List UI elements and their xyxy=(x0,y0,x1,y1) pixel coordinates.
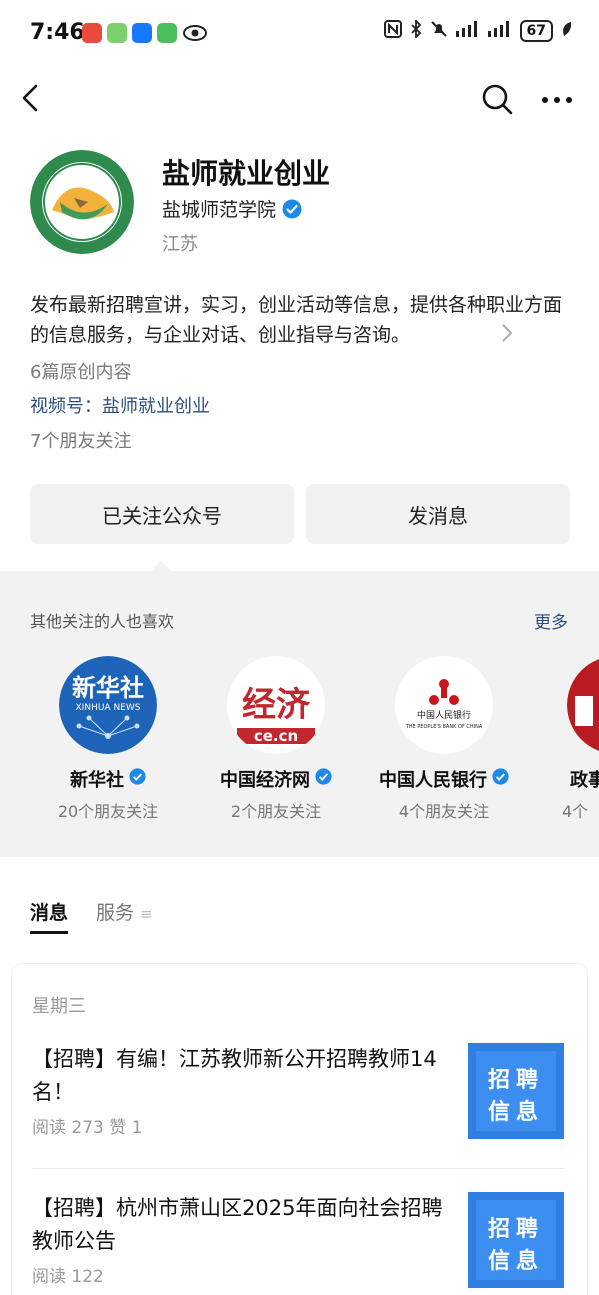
followed-button[interactable]: 已关注公众号 xyxy=(30,484,294,544)
verified-icon xyxy=(315,768,332,790)
status-bar: 7:46 67 xyxy=(0,0,599,66)
content-tabs: 消息 服务 ≡ xyxy=(30,898,153,934)
recommend-card-partial[interactable]: 政事 4个 xyxy=(527,656,599,822)
status-app-icons xyxy=(82,23,208,43)
recommend-friends: 2个朋友关注 xyxy=(230,802,322,821)
more-icon[interactable] xyxy=(540,90,574,110)
recommend-card-pbc[interactable]: 中国人民银行 THE PEOPLE'S BANK OF CHINA 中国人民银行… xyxy=(359,656,529,822)
bluetooth-icon xyxy=(410,18,422,42)
ce-logo-text: 经济 xyxy=(242,685,311,725)
pbc-logo-text: 中国人民银行 xyxy=(417,709,471,721)
chevron-right-icon[interactable] xyxy=(500,322,514,344)
app-notification-icon xyxy=(157,23,177,43)
thumb-line2: 信息 xyxy=(488,1099,544,1125)
article-thumbnail: 招聘 信息 xyxy=(468,1043,564,1139)
article-item[interactable]: 【招聘】杭州市萧山区2025年面向社会招聘教师公告 阅读 122 招聘 信息 xyxy=(32,1192,567,1288)
ce-logo-sub: ce.cn xyxy=(254,727,298,745)
ce-logo: 经济 ce.cn xyxy=(227,656,325,754)
thumb-line2: 信息 xyxy=(488,1248,544,1274)
pbc-logo: 中国人民银行 THE PEOPLE'S BANK OF CHINA xyxy=(395,656,493,754)
pbc-logo-sub: THE PEOPLE'S BANK OF CHINA xyxy=(405,724,483,730)
thumb-line1: 招聘 xyxy=(488,1068,544,1093)
back-icon[interactable] xyxy=(16,82,46,114)
xinhua-logo-sub: XINHUA NEWS xyxy=(76,703,141,713)
recommend-friends: 4个朋友关注 xyxy=(398,802,490,821)
recommend-friends: 4个 xyxy=(562,802,589,821)
account-name: 盐师就业创业 xyxy=(162,157,331,190)
article-item[interactable]: 【招聘】有编！江苏教师新公开招聘教师14名！ 阅读 273 赞 1 招聘 信息 xyxy=(32,1043,567,1139)
app-notification-icon xyxy=(82,23,102,43)
thumb-line1: 招聘 xyxy=(488,1217,544,1242)
verified-icon xyxy=(282,199,302,219)
article-title: 【招聘】杭州市萧山区2025年面向社会招聘教师公告 xyxy=(32,1196,443,1253)
recommend-friends: 20个朋友关注 xyxy=(57,802,159,821)
tab-services[interactable]: 服务 ≡ xyxy=(96,898,153,934)
recommend-name: 中国经济网 xyxy=(220,770,310,791)
account-description[interactable]: 发布最新招聘宣讲，实习，创业活动等信息，提供各种职业方面的信息服务，与企业对话、… xyxy=(30,290,575,350)
account-logo[interactable] xyxy=(30,150,134,254)
org-name: 盐城师范学院 xyxy=(162,199,277,221)
channel-label: 视频号： xyxy=(30,396,102,417)
channel-name: 盐师就业创业 xyxy=(102,396,210,417)
nfc-icon xyxy=(383,20,402,42)
xinhua-logo: 新华社 XINHUA NEWS xyxy=(59,656,157,754)
search-icon[interactable] xyxy=(480,82,514,116)
mute-icon xyxy=(430,20,448,42)
send-message-button[interactable]: 发消息 xyxy=(306,484,570,544)
partial-logo xyxy=(567,656,599,754)
article-divider xyxy=(32,1168,564,1169)
menu-lines-icon: ≡ xyxy=(140,905,153,923)
app-notification-icon xyxy=(107,23,127,43)
article-title: 【招聘】有编！江苏教师新公开招聘教师14名！ xyxy=(32,1047,437,1104)
recommend-name: 新华社 xyxy=(70,770,124,791)
status-time: 7:46 xyxy=(30,20,85,45)
recommend-more-link[interactable]: 更多 xyxy=(534,608,568,633)
friends-follow[interactable]: 7个朋友关注 xyxy=(30,427,131,453)
signal-icon xyxy=(455,21,480,41)
article-thumbnail: 招聘 信息 xyxy=(468,1192,564,1288)
tab-services-label: 服务 xyxy=(96,902,135,924)
xinhua-logo-text: 新华社 xyxy=(72,674,144,702)
recommend-name: 中国人民银行 xyxy=(379,770,487,791)
channel-link[interactable]: 视频号：盐师就业创业 xyxy=(30,392,210,418)
original-count[interactable]: 6篇原创内容 xyxy=(30,358,131,384)
recommend-title: 其他关注的人也喜欢 xyxy=(30,612,175,631)
alipay-icon xyxy=(132,23,152,43)
tab-messages[interactable]: 消息 xyxy=(30,898,69,934)
account-org[interactable]: 盐城师范学院 xyxy=(162,195,302,222)
recommend-name: 政事 xyxy=(570,770,599,791)
verified-icon xyxy=(492,768,509,790)
leaf-icon xyxy=(561,21,573,41)
eye-icon xyxy=(182,23,208,43)
message-date: 星期三 xyxy=(32,996,86,1017)
status-indicators: 67 xyxy=(383,18,573,42)
recommend-card-xinhua[interactable]: 新华社 XINHUA NEWS 新华社 20个朋友关注 xyxy=(23,656,193,822)
nav-bar xyxy=(0,66,599,130)
signal-icon xyxy=(487,21,512,41)
battery-indicator: 67 xyxy=(519,20,553,42)
verified-icon xyxy=(129,768,146,790)
recommend-card-ce[interactable]: 经济 ce.cn 中国经济网 2个朋友关注 xyxy=(191,656,361,822)
account-region: 江苏 xyxy=(162,234,198,255)
